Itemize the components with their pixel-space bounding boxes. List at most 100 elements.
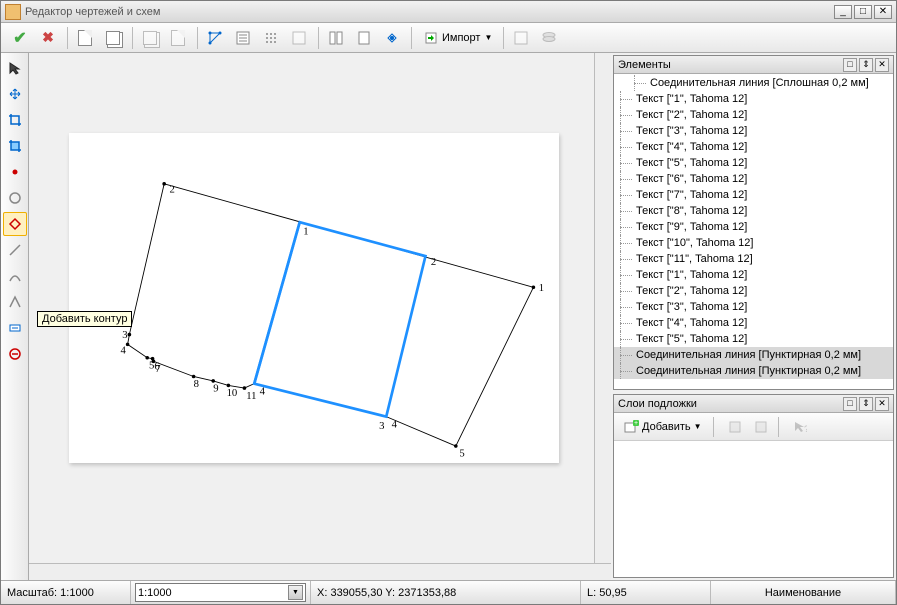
point-tool[interactable] [3,160,27,184]
tree-item[interactable]: Текст ["8", Tahoma 12] [614,203,893,219]
crop-fill-tool[interactable] [3,134,27,158]
tree-item[interactable]: Соединительная линия [Сплошная 0,2 мм] [614,75,893,91]
settings-button[interactable] [379,25,405,51]
layers-button[interactable] [536,25,562,51]
tree-item[interactable]: Текст ["5", Tahoma 12] [614,155,893,171]
accept-button[interactable]: ✔ [7,25,33,51]
window-title: Редактор чертежей и схем [25,6,832,18]
length-label: L: 50,95 [581,581,711,604]
transform-button[interactable] [202,25,228,51]
tree-item[interactable]: Текст ["10", Tahoma 12] [614,235,893,251]
minimize-button[interactable]: _ [834,5,852,19]
svg-text:?: ? [804,424,807,434]
vertical-scrollbar[interactable] [594,53,611,563]
circle-tool[interactable] [3,186,27,210]
scale-combo[interactable]: 1:1000 ▼ [135,583,306,602]
tree-item[interactable]: Текст ["6", Tahoma 12] [614,171,893,187]
svg-text:+: + [634,420,638,427]
coords-label: X: 339055,30 Y: 2371353,88 [311,581,581,604]
grid-button[interactable] [258,25,284,51]
svg-text:3: 3 [379,420,384,432]
elements-panel: Элементы □ ⇕ ✕ Соединительная линия [Спл… [613,55,894,390]
copy-button[interactable] [137,25,163,51]
svg-text:4: 4 [120,344,126,356]
panel-dock-button[interactable]: □ [843,397,857,411]
layer-help-button[interactable]: ? [789,416,811,438]
horizontal-scrollbar[interactable] [29,563,611,580]
maximize-button[interactable]: □ [854,5,872,19]
tree-item[interactable]: Текст ["3", Tahoma 12] [614,123,893,139]
app-icon [5,4,21,20]
columns-button[interactable] [323,25,349,51]
chevron-down-icon: ▼ [288,585,303,600]
left-toolbar [1,53,29,580]
layer-down-button[interactable] [750,416,772,438]
crop-tool[interactable] [3,108,27,132]
export-button[interactable] [508,25,534,51]
text-tool[interactable] [3,316,27,340]
line-tool[interactable] [3,238,27,262]
panel-close-button[interactable]: ✕ [875,58,889,72]
pointer-tool[interactable] [3,56,27,80]
tree-item[interactable]: Текст ["1", Tahoma 12] [614,267,893,283]
tree-item[interactable]: Текст ["4", Tahoma 12] [614,139,893,155]
drawing-canvas[interactable]: 1234567891011512344 [69,133,559,463]
svg-text:7: 7 [155,363,161,375]
curve-tool[interactable] [3,264,27,288]
copy-icon [143,31,157,45]
tree-item[interactable]: Текст ["1", Tahoma 12] [614,91,893,107]
import-menu[interactable]: Импорт ▼ [416,25,499,51]
svg-text:3: 3 [122,329,127,341]
tree-item[interactable]: Текст ["4", Tahoma 12] [614,315,893,331]
reject-button[interactable]: ✖ [35,25,61,51]
tree-item[interactable]: Текст ["2", Tahoma 12] [614,283,893,299]
elements-title: Элементы [618,59,841,71]
tooltip: Добавить контур [37,311,132,327]
elements-tree[interactable]: Соединительная линия [Сплошная 0,2 мм]Те… [614,74,893,389]
svg-text:2: 2 [431,256,436,268]
tree-item[interactable]: Соединительная линия [Пунктирная 0,2 мм] [614,347,893,363]
arc-tool[interactable] [3,290,27,314]
svg-text:2: 2 [170,184,175,196]
svg-text:8: 8 [194,378,199,390]
scale-value: 1:1000 [138,587,288,599]
tree-item[interactable]: Текст ["3", Tahoma 12] [614,299,893,315]
tree-item[interactable]: Текст ["2", Tahoma 12] [614,107,893,123]
layers-list[interactable] [614,441,893,577]
import-label: Импорт [442,32,480,44]
page-setup-button[interactable] [351,25,377,51]
layers-title: Слои подложки [618,398,841,410]
add-layer-menu[interactable]: + Добавить ▼ [618,416,707,438]
chevron-down-icon: ▼ [484,33,492,42]
contour-tool[interactable] [3,212,27,236]
svg-text:1: 1 [539,282,544,294]
panel-close-button[interactable]: ✕ [875,397,889,411]
move-tool[interactable] [3,82,27,106]
svg-text:9: 9 [213,383,218,395]
add-label: Добавить [642,421,691,433]
open-button[interactable] [100,25,126,51]
panel-pin-button[interactable]: ⇕ [859,58,873,72]
panel-dock-button[interactable]: □ [843,58,857,72]
pages-icon [106,31,120,45]
page-icon [78,30,92,46]
paste-icon [171,30,185,46]
tree-item[interactable]: Соединительная линия [Пунктирная 0,2 мм] [614,363,893,379]
new-button[interactable] [72,25,98,51]
svg-text:1: 1 [303,226,308,238]
svg-text:5: 5 [459,448,464,460]
tree-item[interactable]: Текст ["5", Tahoma 12] [614,331,893,347]
title-bar: Редактор чертежей и схем _ □ ✕ [1,1,896,23]
paste-button[interactable] [165,25,191,51]
delete-tool[interactable] [3,342,27,366]
align-button[interactable] [286,25,312,51]
layer-up-button[interactable] [724,416,746,438]
tree-item[interactable]: Текст ["11", Tahoma 12] [614,251,893,267]
panel-pin-button[interactable]: ⇕ [859,397,873,411]
close-button[interactable]: ✕ [874,5,892,19]
tree-item[interactable]: Текст ["9", Tahoma 12] [614,219,893,235]
tree-item[interactable]: Текст ["7", Tahoma 12] [614,187,893,203]
chevron-down-icon: ▼ [694,422,702,431]
svg-text:11: 11 [246,390,256,402]
list-button[interactable] [230,25,256,51]
